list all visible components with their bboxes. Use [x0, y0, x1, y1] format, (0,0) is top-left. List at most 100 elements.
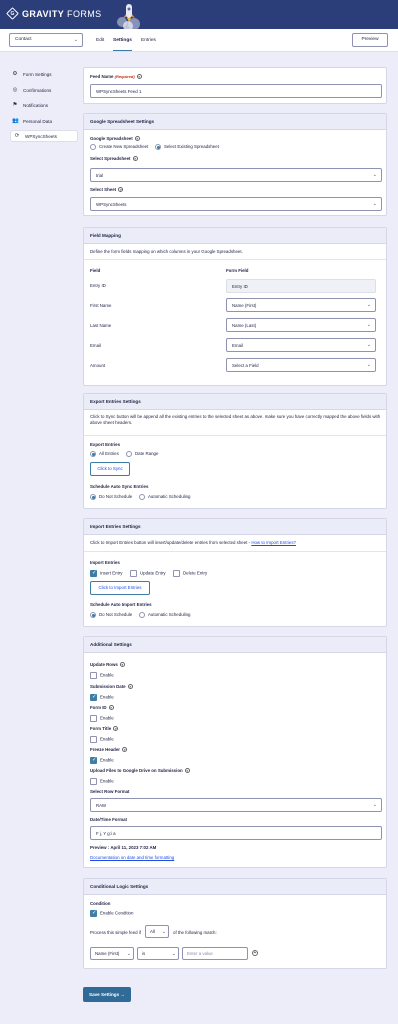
radio-create-spreadsheet[interactable]: Create New Spreadsheet: [90, 144, 148, 150]
logic-field-select[interactable]: Name (First) ⌄: [90, 947, 134, 960]
checkbox-form-id[interactable]: Enable: [90, 715, 114, 722]
radio-all-entries[interactable]: All Entries: [90, 451, 119, 457]
sheet-select[interactable]: WPSyncSheets ⌄: [90, 197, 382, 211]
radio-do-not-schedule-import[interactable]: Do Not Schedule: [90, 612, 132, 618]
help-icon[interactable]: ?: [127, 684, 133, 690]
spreadsheet-select[interactable]: trial ⌄: [90, 168, 382, 182]
export-description: Click to Sync button will be append all …: [90, 414, 381, 426]
mapping-amount-select[interactable]: Select a Field ⌄: [226, 358, 376, 372]
sidebar-item-notifications[interactable]: ⚑ Notifications: [12, 99, 80, 111]
import-entries-card: Import Entries Settings Click to Import …: [83, 518, 387, 627]
mapping-last-name-select[interactable]: Name (Last) ⌄: [226, 318, 376, 332]
chevron-down-icon: ⌄: [366, 342, 371, 348]
sidebar-item-label: Personal Data: [23, 118, 53, 124]
checkbox-delete-entry[interactable]: Delete Entry: [173, 570, 207, 577]
chevron-down-icon: ⌄: [161, 929, 166, 935]
checkbox-update-entry[interactable]: Update Entry: [130, 570, 166, 577]
form-switcher-select[interactable]: Contact ⌄: [9, 33, 83, 47]
users-icon: 👥: [12, 118, 19, 124]
sidebar-item-personal-data[interactable]: 👥 Personal Data: [12, 115, 80, 127]
feed-name-input[interactable]: WPSyncSheets Feed 1: [90, 84, 382, 98]
row-format-select[interactable]: RAW ⌄: [90, 798, 382, 812]
help-icon[interactable]: ?: [184, 768, 190, 774]
process-suffix: of the following match:: [173, 930, 217, 935]
checkbox-form-title[interactable]: Enable: [90, 736, 114, 743]
import-description: Click to Import Entries button will inse…: [90, 540, 296, 545]
help-icon[interactable]: ?: [108, 705, 114, 711]
form-id-label: Form ID?: [90, 705, 114, 711]
radio-date-range[interactable]: Date Range: [126, 451, 158, 457]
help-icon[interactable]: ?: [119, 662, 125, 668]
chevron-down-icon: ⌄: [73, 37, 78, 43]
select-sheet-label: Select Sheet?: [90, 187, 124, 193]
radio-do-not-schedule-sync[interactable]: Do Not Schedule: [90, 494, 132, 500]
gear-icon: ⚙: [12, 71, 18, 77]
freeze-header-label: Freeze Header?: [90, 747, 128, 753]
checkbox-enable-condition[interactable]: Enable Condition: [90, 910, 133, 917]
sidebar-item-wpsyncsheets[interactable]: ⟳ WPSyncSheets: [10, 130, 78, 142]
checkbox-freeze-header[interactable]: Enable: [90, 757, 114, 764]
sidebar-item-form-settings[interactable]: ⚙ Form Settings: [12, 68, 80, 80]
flag-icon: ⚑: [12, 102, 18, 108]
section-title: Conditional Logic Settings: [84, 879, 386, 895]
radio-icon: [126, 451, 132, 457]
chevron-down-icon: ⌄: [372, 201, 377, 207]
update-rows-label: Update Rows?: [90, 662, 125, 668]
radio-selected-icon: [90, 612, 96, 618]
mapping-field-name: Last Name: [90, 323, 112, 328]
section-title: Export Entries Settings: [84, 394, 386, 410]
feed-name-label: Feed Name (Required)?: [90, 74, 142, 80]
sidebar-item-label: WPSyncSheets: [25, 133, 57, 139]
help-icon[interactable]: ?: [136, 74, 142, 80]
checkbox-checked-icon: [90, 694, 97, 701]
field-mapping-card: Field Mapping Define the form fields map…: [83, 227, 387, 386]
row-format-label: Select Row Format: [90, 789, 130, 794]
checkbox-update-rows[interactable]: Enable: [90, 672, 114, 679]
submission-date-label: Submission Date?: [90, 684, 133, 690]
sidebar-item-confirmations[interactable]: ◎ Confirmations: [12, 84, 80, 96]
upload-files-label: Upload Files to Google Drive on Submissi…: [90, 768, 190, 774]
divider: [84, 259, 386, 260]
click-to-sync-button[interactable]: Click to Sync: [90, 462, 130, 476]
export-entries-card: Export Entries Settings Click to Sync bu…: [83, 393, 387, 509]
checkbox-checked-icon: [90, 910, 97, 917]
section-title: Additional Settings: [84, 637, 386, 653]
checkbox-insert-entry[interactable]: Insert Entry: [90, 570, 122, 577]
checkbox-submission-date[interactable]: Enable: [90, 694, 114, 701]
radio-automatic-scheduling-import[interactable]: Automatic Scheduling: [139, 612, 190, 618]
column-header-field: Field: [90, 268, 101, 273]
tab-edit[interactable]: Edit: [96, 38, 104, 43]
radio-automatic-scheduling-sync[interactable]: Automatic Scheduling: [139, 494, 190, 500]
preview-button[interactable]: Preview: [352, 33, 388, 47]
click-to-import-button[interactable]: Click to Import Entries: [90, 581, 150, 595]
mapping-first-name-select[interactable]: Name (First) ⌄: [226, 298, 376, 312]
help-icon[interactable]: ?: [134, 136, 140, 142]
radio-existing-spreadsheet[interactable]: Select Existing Spreadsheet: [155, 144, 219, 150]
checkbox-icon: [90, 736, 97, 743]
checkbox-upload-files[interactable]: Enable: [90, 778, 114, 785]
logic-operator-select[interactable]: is ⌄: [137, 947, 179, 960]
tab-settings[interactable]: Settings: [113, 38, 132, 51]
help-icon[interactable]: ?: [113, 726, 119, 732]
divider: [84, 551, 386, 552]
datetime-documentation-link[interactable]: Documentation on date and time formattin…: [90, 855, 174, 860]
app-header: G GRAVITY FORMS: [0, 0, 398, 29]
tab-entries[interactable]: Entries: [141, 38, 156, 43]
help-icon[interactable]: ?: [118, 187, 124, 193]
help-icon[interactable]: ?: [132, 156, 138, 162]
select-spreadsheet-label: Select Spreadsheet?: [90, 156, 138, 162]
mapping-field-name: Amount: [90, 363, 106, 368]
add-rule-icon[interactable]: +: [252, 950, 258, 956]
chevron-down-icon: ⌄: [372, 802, 377, 808]
logic-value-input[interactable]: Enter a value: [182, 947, 248, 960]
datetime-format-input[interactable]: F j, Y g:i a: [90, 826, 382, 840]
how-to-import-link[interactable]: How to Import Entries?: [251, 540, 296, 545]
radio-icon: [90, 144, 96, 150]
save-settings-button[interactable]: Save Settings →: [83, 987, 131, 1002]
section-title: Field Mapping: [84, 228, 386, 244]
logic-match-select[interactable]: All ⌄: [145, 925, 169, 938]
help-icon[interactable]: ?: [122, 747, 128, 753]
mapping-email-select[interactable]: Email ⌄: [226, 338, 376, 352]
schedule-sync-label: Schedule Auto Sync Entries: [90, 484, 149, 489]
checkbox-icon: [130, 570, 137, 577]
